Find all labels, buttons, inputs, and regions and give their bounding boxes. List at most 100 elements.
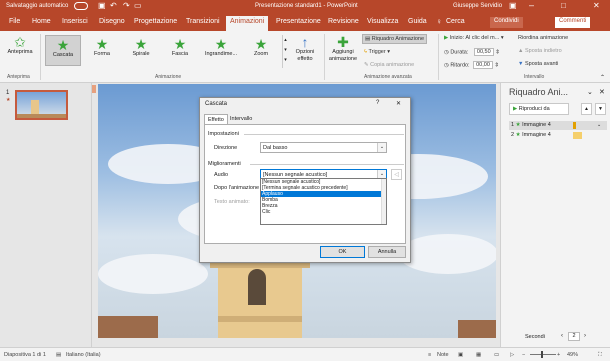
- ribbon-options-icon[interactable]: ▣: [509, 1, 517, 10]
- sorter-view-icon[interactable]: ▦: [476, 352, 481, 358]
- opzioni-effetto-button[interactable]: ↑ Opzioni effetto: [290, 35, 320, 63]
- durata-row: ◷ Durata: 00,50 ⇕: [444, 48, 500, 56]
- autosave-toggle[interactable]: [74, 2, 88, 10]
- ritardo-input[interactable]: 00,00: [473, 61, 493, 69]
- intervallo-group-label: Intervallo: [524, 74, 545, 80]
- animation-fascia[interactable]: ★ Fascia: [162, 37, 198, 57]
- tab-progettazione[interactable]: Progettazione: [134, 18, 177, 25]
- secondi-label: Secondi: [525, 334, 545, 340]
- tab-file[interactable]: File: [9, 18, 20, 25]
- animation-list-item[interactable]: 1 ★ Immagine 4 ⌄: [509, 121, 607, 130]
- timeline-bar: [573, 132, 582, 139]
- direzione-select[interactable]: Dal basso ⌄: [260, 142, 387, 153]
- animation-zoom[interactable]: ★ Zoom: [243, 37, 279, 57]
- notes-button[interactable]: Note: [437, 352, 449, 358]
- tab-intervallo[interactable]: Intervallo: [230, 116, 252, 122]
- help-icon[interactable]: ?: [376, 100, 379, 106]
- slide-thumbnail[interactable]: [15, 90, 68, 120]
- tab-revisione[interactable]: Revisione: [328, 18, 359, 25]
- inizio-select[interactable]: Al clic del m...: [465, 35, 499, 41]
- comments-button[interactable]: Commenti: [555, 17, 591, 28]
- collapse-ribbon-icon[interactable]: ⌃: [600, 74, 605, 81]
- sposta-indietro-button[interactable]: ▲ Sposta indietro: [518, 48, 562, 54]
- durata-label: Durata:: [450, 49, 469, 56]
- dialog-title: Cascata: [205, 101, 228, 107]
- zoom-in-icon[interactable]: +: [557, 352, 560, 358]
- normal-view-icon[interactable]: ▣: [458, 352, 463, 358]
- animation-forma[interactable]: ★ Forma: [84, 37, 120, 57]
- roof-left: [98, 316, 158, 338]
- thumbnail-roofs: [17, 114, 66, 118]
- animation-cascata[interactable]: ★ Cascata: [45, 35, 81, 66]
- redo-icon[interactable]: ↷: [123, 1, 130, 10]
- copia-animazione-button[interactable]: ✎ Copia animazione: [364, 62, 414, 68]
- copia-animazione-label: Copia animazione: [370, 62, 415, 68]
- proofing-icon[interactable]: ▤: [56, 352, 61, 358]
- close-icon[interactable]: ✕: [396, 100, 401, 107]
- animation-tag: [92, 85, 96, 93]
- audio-dropdown-list[interactable]: [Nessun segnale acustico] [Termina segna…: [260, 178, 387, 225]
- tab-presentazione[interactable]: Presentazione: [276, 18, 321, 25]
- undo-icon[interactable]: ↶: [110, 1, 117, 10]
- item-label: Immagine 4: [522, 132, 551, 138]
- tab-guida[interactable]: Guida: [408, 18, 427, 25]
- share-button[interactable]: Condividi: [490, 17, 523, 28]
- tab-effetto[interactable]: Effetto: [204, 114, 228, 124]
- timeline-bar: [573, 122, 576, 129]
- zoom-out-icon[interactable]: −: [522, 352, 525, 358]
- tower-ledge: [218, 316, 302, 322]
- gallery-scroll[interactable]: ▴ ▾ ▾: [282, 35, 288, 68]
- tab-inserisci[interactable]: Inserisci: [62, 18, 88, 25]
- list-scrollbar[interactable]: [381, 179, 386, 224]
- durata-input[interactable]: 00,50: [473, 48, 494, 56]
- animation-label: Zoom: [253, 51, 269, 57]
- chevron-down-icon[interactable]: ⌄: [597, 121, 601, 130]
- tab-transizioni[interactable]: Transizioni: [186, 18, 220, 25]
- prev-icon[interactable]: ‹: [561, 333, 563, 339]
- riproduci-button[interactable]: ▶ Riproduci da: [509, 103, 569, 115]
- tower-arch: [248, 269, 266, 305]
- ok-button[interactable]: OK: [320, 246, 365, 258]
- slideshow-icon[interactable]: ▷: [510, 352, 514, 358]
- animation-spirale[interactable]: ★ Spirale: [123, 37, 159, 57]
- speaker-icon[interactable]: ◁: [391, 169, 402, 180]
- minimize-icon[interactable]: –: [529, 0, 534, 10]
- pane-close-icon[interactable]: ✕: [599, 88, 605, 96]
- trigger-button[interactable]: ϟ Trigger ▾: [364, 49, 390, 55]
- riquadro-animazione-button[interactable]: ▤ Riquadro Animazione: [362, 34, 428, 44]
- move-up-icon[interactable]: ▲: [581, 103, 592, 115]
- miglioramenti-header: Miglioramenti: [208, 161, 241, 167]
- zoom-level[interactable]: 49%: [567, 352, 578, 358]
- maximize-icon[interactable]: □: [561, 1, 566, 10]
- next-icon[interactable]: ›: [584, 333, 586, 339]
- animation-ingrandimento[interactable]: ★ Ingrandime...: [200, 37, 242, 57]
- language-label[interactable]: Italiano (Italia): [66, 352, 101, 358]
- reading-view-icon[interactable]: ▭: [494, 352, 499, 358]
- fit-slide-icon[interactable]: ⛶: [598, 352, 602, 359]
- annulla-button[interactable]: Annulla: [368, 246, 406, 258]
- zoom-thumb[interactable]: [541, 351, 543, 358]
- aggiungi-animazione-button[interactable]: ✚ Aggiungi animazione: [328, 35, 358, 63]
- close-window-icon[interactable]: ✕: [593, 1, 600, 10]
- page-number[interactable]: 2: [568, 332, 580, 341]
- save-icon[interactable]: ▣: [98, 1, 106, 10]
- add-star-icon: ✚: [337, 34, 349, 50]
- list-item[interactable]: Clic: [261, 209, 386, 215]
- user-name[interactable]: Giuseppe Servidio: [453, 3, 502, 9]
- share-label: Condividi: [494, 18, 519, 24]
- sposta-avanti-button[interactable]: ▼ Sposta avanti: [518, 61, 558, 67]
- tab-visualizza[interactable]: Visualizza: [367, 18, 398, 25]
- tab-disegno[interactable]: Disegno: [99, 18, 125, 25]
- slide-thumbnails-panel: 1 ★: [0, 83, 92, 347]
- zoom-slider[interactable]: [530, 354, 556, 355]
- anteprima-button[interactable]: ✩ Anteprima: [4, 35, 36, 55]
- tab-cerca[interactable]: Cerca: [446, 18, 465, 25]
- pane-options-icon[interactable]: ⌄: [587, 88, 593, 96]
- star-icon: ★: [134, 36, 148, 52]
- preview-star-icon: ✩: [14, 34, 26, 50]
- move-down-icon[interactable]: ▼: [595, 103, 606, 115]
- present-icon[interactable]: ▭: [134, 1, 142, 10]
- animation-list-item[interactable]: 2 ★ Immagine 4: [509, 131, 607, 140]
- tab-home[interactable]: Home: [32, 18, 51, 25]
- tab-animazioni[interactable]: Animazioni: [226, 16, 269, 31]
